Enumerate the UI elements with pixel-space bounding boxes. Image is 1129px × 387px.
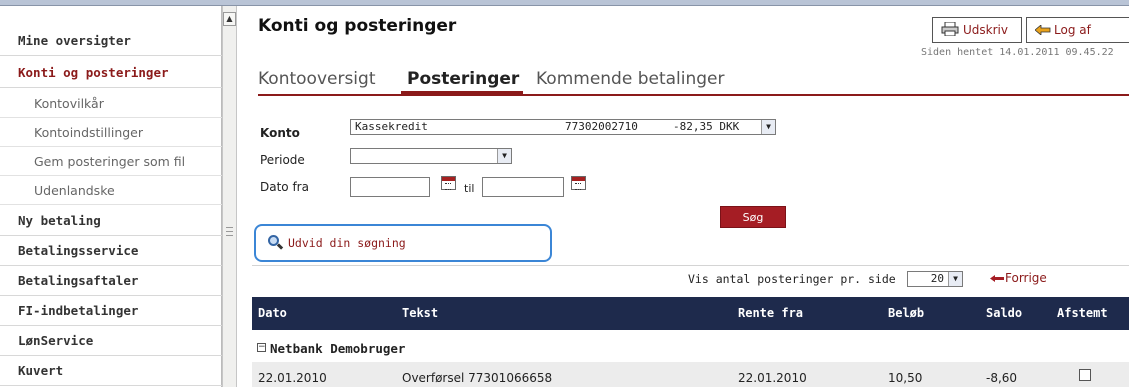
sidebar-subitem-gem-posteringer[interactable]: Gem posteringer som fil — [0, 147, 222, 176]
previous-page-link[interactable]: Forrige — [990, 271, 1047, 285]
date-from-label: Dato fra — [260, 180, 309, 194]
cell-rente-fra: 22.01.2010 — [738, 371, 807, 385]
sidebar-subitem-kontoindstillinger[interactable]: Kontoindstillinger — [0, 118, 222, 147]
table-group-row: − Netbank Demobruger — [252, 336, 1129, 362]
reconciled-checkbox[interactable] — [1079, 369, 1091, 381]
page-loaded-timestamp: Siden hentet 14.01.2011 09.45.22 — [921, 47, 1114, 58]
print-label: Udskriv — [963, 23, 1008, 37]
table-header: Dato Tekst Rente fra Beløb Saldo Afstemt — [252, 297, 1129, 330]
table-row[interactable]: 22.01.2010 Overførsel 77301066658 22.01.… — [252, 362, 1129, 387]
logout-button[interactable]: Log af — [1026, 17, 1129, 43]
column-header-afstemt[interactable]: Afstemt — [1057, 306, 1108, 320]
per-page-label: Vis antal posteringer pr. side — [688, 272, 896, 286]
cell-beloeb: 10,50 — [888, 371, 923, 385]
column-header-beloeb[interactable]: Beløb — [888, 306, 924, 320]
date-from-input[interactable] — [350, 177, 430, 197]
chevron-down-icon[interactable]: ▼ — [948, 272, 962, 286]
tab-bar: Kontooversigt Posteringer Kommende betal… — [258, 66, 1129, 96]
previous-label: Forrige — [1005, 271, 1047, 285]
sidebar-scrollbar[interactable]: ▲ — [222, 6, 237, 387]
account-number: 77302002710 — [565, 120, 638, 133]
per-page-select[interactable]: 20 ▼ — [907, 271, 963, 287]
scroll-up-arrow-icon[interactable]: ▲ — [223, 12, 236, 26]
logout-label: Log af — [1054, 23, 1091, 37]
sidebar-item-mine-oversigter[interactable]: Mine oversigter — [0, 26, 222, 56]
scroll-grip-icon[interactable] — [226, 227, 233, 236]
expand-search-highlight: Udvid din søgning — [254, 224, 552, 262]
sidebar-nav: Mine oversigter Konti og posteringer Kon… — [0, 6, 222, 387]
calendar-icon[interactable] — [571, 176, 586, 190]
page-title: Konti og posteringer — [258, 16, 457, 36]
cell-dato: 22.01.2010 — [258, 371, 327, 385]
date-to-input[interactable] — [482, 177, 564, 197]
period-label: Periode — [260, 153, 305, 167]
cell-saldo: -8,60 — [986, 371, 1018, 385]
account-name: Kassekredit — [355, 120, 428, 133]
account-select[interactable]: Kassekredit 77302002710 -82,35 DKK ▼ — [350, 119, 776, 135]
sidebar-item-loenservice[interactable]: LønService — [0, 326, 222, 356]
sidebar-item-ny-betaling[interactable]: Ny betaling — [0, 206, 222, 236]
per-page-value: 20 — [930, 272, 944, 285]
sidebar-item-fi-indbetalinger[interactable]: FI-indbetalinger — [0, 296, 222, 326]
chevron-down-icon[interactable]: ▼ — [761, 120, 775, 134]
column-header-rente-fra[interactable]: Rente fra — [738, 306, 803, 320]
calendar-icon[interactable] — [441, 176, 456, 190]
sidebar-item-betalingsaftaler[interactable]: Betalingsaftaler — [0, 266, 222, 296]
sidebar-item-konti-og-posteringer[interactable]: Konti og posteringer — [0, 58, 222, 88]
period-select[interactable]: ▼ — [350, 148, 512, 164]
account-balance: -82,35 DKK — [673, 120, 740, 133]
tab-kommende-betalinger[interactable]: Kommende betalinger — [536, 69, 725, 89]
account-label: Konto — [260, 126, 300, 140]
print-button[interactable]: Udskriv — [932, 17, 1022, 43]
printer-icon — [941, 21, 959, 37]
expand-search-link[interactable]: Udvid din søgning — [288, 236, 406, 250]
active-tab-indicator — [401, 91, 523, 94]
column-header-tekst[interactable]: Tekst — [402, 306, 438, 320]
pager-row: Vis antal posteringer pr. side 20 ▼ Forr… — [252, 265, 1129, 292]
tab-posteringer[interactable]: Posteringer — [407, 69, 519, 89]
collapse-toggle-icon[interactable]: − — [257, 343, 266, 352]
cell-tekst: Overførsel 77301066658 — [402, 371, 553, 385]
chevron-down-icon[interactable]: ▼ — [497, 149, 511, 163]
sidebar-item-betalingsservice[interactable]: Betalingsservice — [0, 236, 222, 266]
arrow-left-icon — [1034, 24, 1051, 36]
sidebar-subitem-kontovilkaar[interactable]: Kontovilkår — [0, 89, 222, 118]
sidebar-item-kuvert[interactable]: Kuvert — [0, 356, 222, 386]
date-to-label: til — [464, 182, 475, 195]
main-content: Konti og posteringer Udskriv Log af Side… — [238, 6, 1129, 387]
search-button[interactable]: Søg — [720, 206, 786, 228]
magnifier-icon — [268, 235, 284, 250]
column-header-saldo[interactable]: Saldo — [986, 306, 1022, 320]
tab-kontooversigt[interactable]: Kontooversigt — [258, 69, 376, 89]
group-label: Netbank Demobruger — [270, 341, 406, 356]
arrow-left-icon — [990, 275, 1004, 282]
sidebar-subitem-udenlandske[interactable]: Udenlandske — [0, 176, 222, 205]
column-header-dato[interactable]: Dato — [258, 306, 287, 320]
